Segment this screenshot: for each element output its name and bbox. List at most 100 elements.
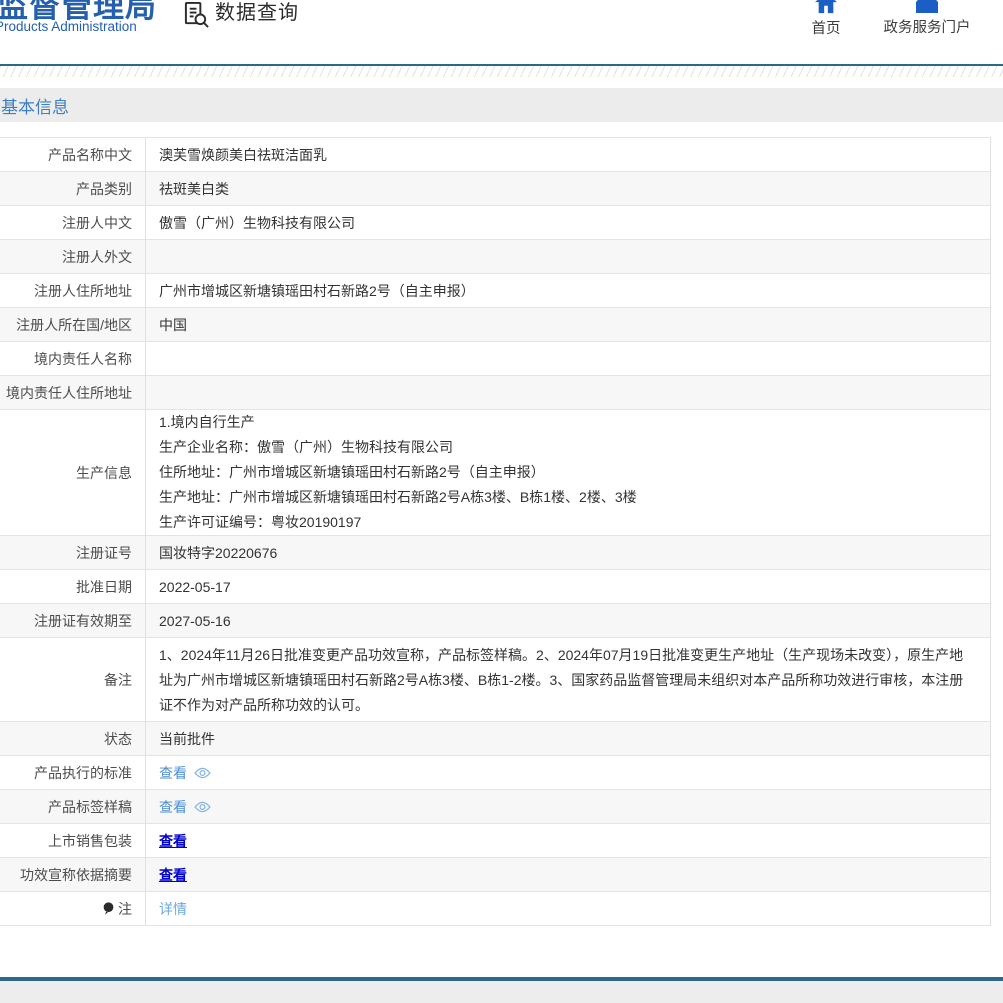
row-value: 查看 [146, 756, 990, 789]
view-link[interactable]: 查看 [159, 763, 187, 783]
eye-icon[interactable] [194, 767, 211, 779]
home-icon [815, 0, 837, 14]
table-row: 上市销售包装 查看 [0, 824, 990, 858]
row-value: 澳芙雪焕颜美白祛斑洁面乳 [146, 138, 990, 171]
row-value: 查看 [146, 790, 990, 823]
row-value: 国妆特字20220676 [146, 536, 990, 569]
view-link[interactable]: 查看 [159, 831, 187, 851]
row-label: 备注 [0, 638, 146, 721]
table-row: 注册证号国妆特字20220676 [0, 536, 990, 570]
row-label: 状态 [0, 722, 146, 755]
row-label-text: 产品类别 [76, 179, 132, 199]
row-value: 详情 [146, 892, 990, 925]
row-label-text: 产品标签样稿 [48, 797, 132, 817]
row-label-text: 产品名称中文 [48, 145, 132, 165]
row-value [146, 342, 990, 375]
table-row: 产品标签样稿 查看 [0, 790, 990, 824]
row-label-text: 注册人住所地址 [34, 281, 132, 301]
document-search-icon [183, 1, 210, 28]
row-label-text: 注册证有效期至 [34, 611, 132, 631]
row-label: 注册人外文 [0, 240, 146, 273]
view-link[interactable]: 查看 [159, 797, 187, 817]
page: 监督管理局 Products Administration 数据查询 首页 [0, 0, 1003, 1003]
row-label: 注册证有效期至 [0, 604, 146, 637]
row-value: 查看 [146, 858, 990, 891]
row-label-text: 批准日期 [76, 577, 132, 597]
row-label-text: 生产信息 [76, 463, 132, 483]
nav-home[interactable]: 首页 [800, 0, 852, 38]
table-row: 注册人所在国/地区中国 [0, 308, 990, 342]
value-line: 生产企业名称：傲雪（广州）生物科技有限公司 [159, 435, 453, 460]
table-row: 状态当前批件 [0, 722, 990, 756]
info-table: 产品名称中文澳芙雪焕颜美白祛斑洁面乳产品类别祛斑美白类注册人中文傲雪（广州）生物… [0, 137, 991, 926]
row-value: 查看 [146, 824, 990, 857]
row-label-text: 注册人外文 [62, 247, 132, 267]
row-label-text: 注册人中文 [62, 213, 132, 233]
row-label-text: 注 [118, 899, 132, 919]
site-logo-en: Products Administration [0, 19, 137, 34]
tab-data-query-label: 数据查询 [215, 1, 299, 25]
section-header: 基本信息 [0, 88, 1003, 122]
row-label-text: 上市销售包装 [48, 831, 132, 851]
row-value: 1、2024年11月26日批准变更产品功效宣称，产品标签样稿。2、2024年07… [146, 638, 990, 721]
nav-portal[interactable]: 政务服务门户 [868, 0, 986, 37]
row-value: 2027-05-16 [146, 604, 990, 637]
footer-band [0, 981, 1003, 1003]
row-value: 祛斑美白类 [146, 172, 990, 205]
nav-portal-label: 政务服务门户 [868, 16, 986, 37]
row-label: 生产信息 [0, 410, 146, 535]
table-row: 备注 1、2024年11月26日批准变更产品功效宣称，产品标签样稿。2、2024年… [0, 638, 990, 722]
table-row: 境内责任人名称 [0, 342, 990, 376]
row-label: 功效宣称依据摘要 [0, 858, 146, 891]
row-label: 上市销售包装 [0, 824, 146, 857]
row-label-text: 备注 [104, 670, 132, 690]
note-dot-icon [103, 902, 114, 915]
section-title: 基本信息 [0, 93, 69, 118]
value-line: 住所地址：广州市增城区新塘镇瑶田村石新路2号（自主申报） [159, 460, 545, 485]
table-row: 产品类别祛斑美白类 [0, 172, 990, 206]
row-label-text: 产品执行的标准 [34, 763, 132, 783]
table-row: 生产信息 1.境内自行生产生产企业名称：傲雪（广州）生物科技有限公司住所地址：广州… [0, 410, 990, 536]
table-row: 注 详情 [0, 892, 990, 926]
table-row: 注册证有效期至 2027-05-16 [0, 604, 990, 638]
table-row: 产品名称中文澳芙雪焕颜美白祛斑洁面乳 [0, 138, 990, 172]
row-label: 批准日期 [0, 570, 146, 603]
row-label-text: 功效宣称依据摘要 [20, 865, 132, 885]
value-line: 生产许可证编号：粤妆20190197 [159, 510, 361, 535]
row-label-text: 状态 [104, 729, 132, 749]
row-label-text: 注册人所在国/地区 [16, 315, 132, 335]
table-row: 批准日期 2022-05-17 [0, 570, 990, 604]
value-line: 生产地址：广州市增城区新塘镇瑶田村石新路2号A栋3楼、B栋1楼、2楼、3楼 [159, 485, 637, 510]
row-value: 中国 [146, 308, 990, 341]
row-value: 傲雪（广州）生物科技有限公司 [146, 206, 990, 239]
table-row: 境内责任人住所地址 [0, 376, 990, 410]
row-label: 注册人住所地址 [0, 274, 146, 307]
row-label: 产品标签样稿 [0, 790, 146, 823]
value-line: 1.境内自行生产 [159, 410, 255, 435]
table-row: 功效宣称依据摘要 查看 [0, 858, 990, 892]
row-value: 1.境内自行生产生产企业名称：傲雪（广州）生物科技有限公司住所地址：广州市增城区… [146, 410, 990, 535]
table-row: 注册人住所地址广州市增城区新塘镇瑶田村石新路2号（自主申报） [0, 274, 990, 308]
row-label-text: 境内责任人住所地址 [6, 383, 132, 403]
nav-home-label: 首页 [800, 17, 852, 38]
row-label: 境内责任人名称 [0, 342, 146, 375]
row-label: 境内责任人住所地址 [0, 376, 146, 409]
portal-icon [915, 0, 939, 13]
table-row: 注册人外文 [0, 240, 990, 274]
table-row: 产品执行的标准 查看 [0, 756, 990, 790]
view-link[interactable]: 查看 [159, 865, 187, 885]
row-label-text: 注册证号 [76, 543, 132, 563]
row-label: 注册证号 [0, 536, 146, 569]
eye-icon[interactable] [194, 801, 211, 813]
row-label: 注册人所在国/地区 [0, 308, 146, 341]
hatch-band [0, 66, 1003, 77]
row-value: 2022-05-17 [146, 570, 990, 603]
row-value: 当前批件 [146, 722, 990, 755]
row-value [146, 240, 990, 273]
row-label: 注册人中文 [0, 206, 146, 239]
row-label: 产品执行的标准 [0, 756, 146, 789]
tab-data-query[interactable]: 数据查询 [183, 1, 299, 28]
row-value [146, 376, 990, 409]
detail-link[interactable]: 详情 [159, 899, 187, 919]
table-row: 注册人中文傲雪（广州）生物科技有限公司 [0, 206, 990, 240]
